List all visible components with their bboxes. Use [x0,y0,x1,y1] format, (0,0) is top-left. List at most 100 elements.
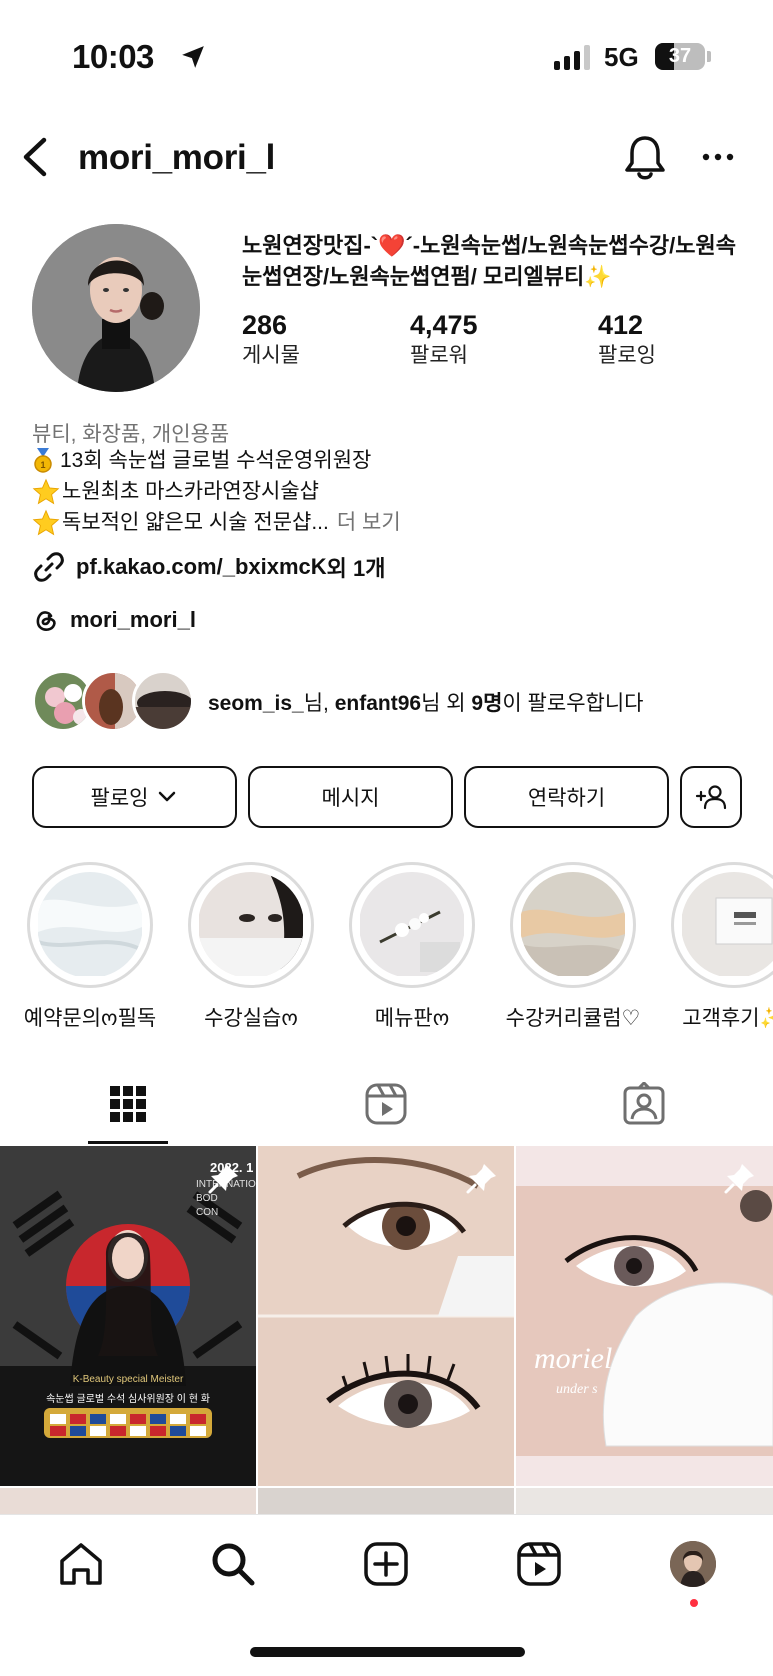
profile-avatar [670,1541,716,1587]
highlight-cover [681,872,773,978]
pin-icon [724,1164,754,1194]
post-thumbnail[interactable]: 2022. 1 INTERNATIOBODCON K-Beauty specia… [0,1146,256,1486]
link-icon [34,552,64,582]
highlight-ring [510,862,636,988]
more-horizontal-icon[interactable] [698,142,738,172]
bottom-navigation [0,1514,773,1676]
svg-text:1: 1 [40,460,45,470]
highlight-item[interactable]: 예약문의ო필독 [15,862,165,1032]
star-icon [32,478,60,505]
profile-header: mori_mori_l [0,120,773,200]
bio-line-2-text: 노원최초 마스카라연장시술샵 [62,480,319,503]
highlight-item[interactable]: 고객후기✨ [659,862,773,1032]
bio-more-link[interactable]: 더 보기 [337,508,401,538]
post-thumbnail[interactable] [258,1488,514,1514]
avatar-image [32,224,200,392]
nav-search[interactable] [206,1537,260,1591]
battery-icon: 37 [655,43,705,70]
status-time: 10:03 [72,38,154,75]
highlight-cover [359,872,465,978]
following-button[interactable]: 팔로잉 [32,766,237,828]
highlight-cover [520,872,626,978]
stat-following-count: 412 [598,310,644,340]
home-icon [60,1543,102,1585]
followed-by[interactable]: seom_is_님, enfant96님 외 9명이 팔로우합니다 [32,670,752,732]
signal-icon [554,44,590,70]
active-tab-indicator [88,1141,168,1144]
threads-badge[interactable]: mori_mori_l [32,606,196,634]
followed-by-text: seom_is_님, enfant96님 외 9명이 팔로우합니다 [208,692,644,715]
profile-category: 뷰티, 화장품, 개인용품 [32,423,230,446]
profile-username: mori_mori_l [78,138,276,177]
post-thumbnail[interactable] [0,1488,256,1514]
reels-icon [365,1083,407,1125]
nav-reels[interactable] [512,1537,566,1591]
create-icon [364,1542,408,1586]
bio-line-2: 노원최초 마스카라연장시술샵 [32,477,319,507]
profile-avatar[interactable] [32,224,200,392]
bio-line-1: 1 13회 속눈썹 글로벌 수석운영위원장 [32,446,371,476]
post-caption: 속눈썹 글로벌 수석 심사위원장 이 현 화 [46,1394,210,1405]
follower-avatar-3 [132,670,194,732]
suggested-users-button[interactable] [680,766,742,828]
stat-followers-label: 팔로워 [410,344,468,367]
post-image [516,1146,773,1486]
notification-dot [690,1599,698,1607]
post-subtitle: K-Beauty special Meister [72,1374,184,1385]
stat-followers-count: 4,475 [410,310,478,340]
highlight-label: 수강실습ო [204,1007,298,1030]
highlight-item[interactable]: 수강실습ო [176,862,326,1032]
highlight-ring [188,862,314,988]
status-bar: 10:03 5G 37 [0,0,773,115]
profile-link[interactable]: pf.kakao.com/_bxixmcK 외 1개 [32,550,386,584]
stat-posts-label: 게시물 [242,344,300,367]
reels-icon [517,1542,561,1586]
story-highlights: 예약문의ო필독 수강실습ო 메뉴판ო 수강커리큘럼♡ 고객후기✨ [0,862,773,1032]
highlight-ring [349,862,475,988]
stat-following[interactable]: 412 팔로잉 [598,308,656,370]
posts-grid: 2022. 1 INTERNATIOBODCON K-Beauty specia… [0,1146,773,1514]
contact-button[interactable]: 연락하기 [464,766,669,828]
add-person-icon [695,785,727,810]
grid-icon [110,1086,146,1122]
highlight-cover [198,872,304,978]
nav-create[interactable] [359,1537,413,1591]
threads-handle[interactable]: mori_mori_l [70,607,196,633]
star-icon [32,509,60,536]
bio-line-3: 독보적인 얇은모 시술 전문샵... 더 보기 [32,508,401,538]
post-thumbnail[interactable] [516,1488,773,1514]
profile-link-url[interactable]: pf.kakao.com/_bxixmcK [76,554,327,580]
chevron-down-icon [159,791,176,802]
post-thumbnail[interactable]: moriel under s [516,1146,773,1486]
tab-reels[interactable] [346,1063,426,1145]
highlight-item[interactable]: 수강커리큘럼♡ [498,862,648,1032]
tab-grid[interactable] [88,1063,168,1145]
highlight-label: 고객후기✨ [682,1007,773,1030]
stat-followers[interactable]: 4,475 팔로워 [410,308,478,370]
search-icon [212,1543,255,1586]
location-arrow-icon [182,46,204,68]
chevron-left-icon[interactable] [14,134,54,180]
threads-icon [36,611,56,631]
post-overlay-sub: under s [556,1382,598,1397]
nav-home[interactable] [54,1537,108,1591]
bell-icon[interactable] [622,132,668,182]
bio-line-3-text: 독보적인 얇은모 시술 전문샵... [62,511,329,534]
nav-profile[interactable] [666,1537,720,1591]
highlight-ring [671,862,773,988]
post-thumbnail[interactable] [258,1146,514,1486]
profile-actions: 팔로잉 메시지 연락하기 [32,766,742,828]
highlight-item[interactable]: 메뉴판ო [337,862,487,1032]
highlight-label: 예약문의ო필독 [23,1007,157,1030]
highlight-label: 수강커리큘럼♡ [505,1007,641,1030]
pin-icon [208,1164,238,1194]
battery-cap [707,51,711,62]
tab-tagged[interactable] [604,1063,684,1145]
pin-icon [466,1164,496,1194]
stat-posts-count: 286 [242,310,288,340]
stat-posts[interactable]: 286 게시물 [242,308,300,370]
bio-line-1-text: 13회 속눈썹 글로벌 수석운영위원장 [60,449,372,472]
profile-display-name: 노원연장맛집-`❤️´-노원속눈썹/노원속눈썹수강/노원속눈썹연장/노원속눈썹연… [242,233,736,289]
profile-link-more[interactable]: 외 1개 [327,551,386,583]
message-button[interactable]: 메시지 [248,766,453,828]
